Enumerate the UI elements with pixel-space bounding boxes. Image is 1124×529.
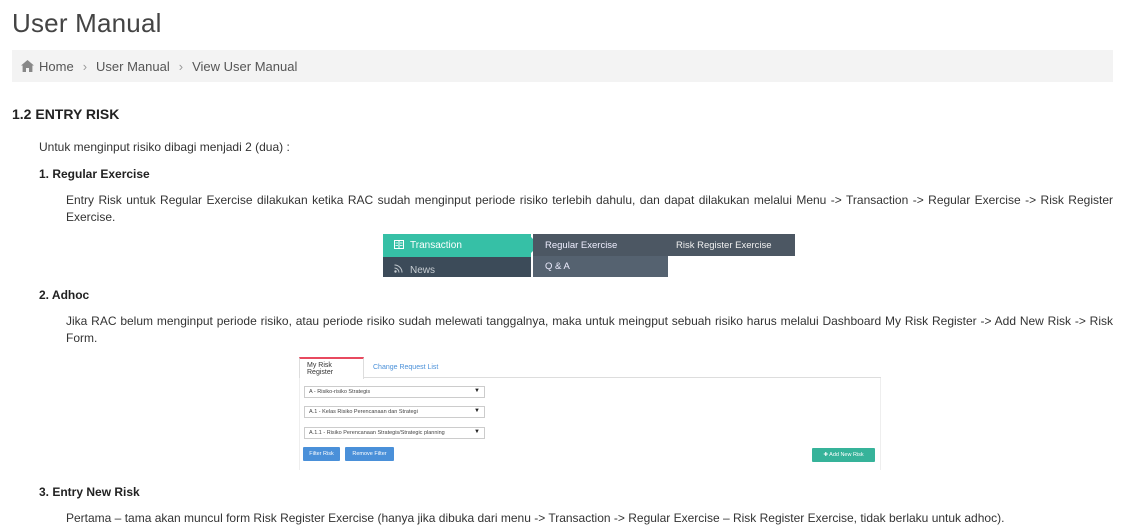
step-text-adhoc: Jika RAC belum menginput periode risiko,… xyxy=(66,314,1113,345)
step-heading-adhoc: 2. Adhoc xyxy=(39,288,90,302)
page-title: User Manual xyxy=(12,8,162,38)
menu-item-label: News xyxy=(410,264,436,276)
breadcrumb-current: View User Manual xyxy=(192,58,298,74)
submenu-item-risk-register-exercise: Risk Register Exercise xyxy=(668,234,795,256)
intro-text: Untuk menginput risiko dibagi menjadi 2 … xyxy=(39,140,290,154)
chevron-right-icon: › xyxy=(178,58,184,74)
filter-risk-button: Filter Risk xyxy=(303,447,340,461)
rss-icon xyxy=(394,264,404,276)
menu-screenshot: Transaction News Regular Exercise Q & A … xyxy=(383,234,795,277)
submenu-item-qa: Q & A xyxy=(545,261,570,272)
menu-submenu: Regular Exercise Q & A xyxy=(533,234,668,277)
remove-filter-button: Remove Filter xyxy=(345,447,394,461)
menu-item-news: News xyxy=(394,264,435,276)
select-value: A - Risiko-risiko Strategis xyxy=(309,389,371,395)
tab-change-request-list: Change Request List xyxy=(373,364,439,371)
rr-tab-bar: My Risk Register Change Request List xyxy=(299,357,881,379)
home-icon[interactable] xyxy=(21,60,34,72)
book-icon xyxy=(394,239,404,252)
risk-register-screenshot: My Risk Register Change Request List A -… xyxy=(299,357,881,470)
caret-down-icon: ▼ xyxy=(474,429,480,435)
breadcrumb-user-manual-link[interactable]: User Manual xyxy=(96,59,170,74)
step-heading-entry-new-risk: 3. Entry New Risk xyxy=(39,485,140,499)
risk-subclass-select: A.1.1 - Risiko Perencanaan Strategis/Str… xyxy=(304,427,485,439)
caret-down-icon: ▼ xyxy=(474,408,480,414)
submenu-item-regular-exercise: Regular Exercise xyxy=(533,234,668,256)
select-value: A.1 - Kelas Risiko Perencanaan dan Strat… xyxy=(309,409,418,415)
step-heading-regular-exercise: 1. Regular Exercise xyxy=(39,167,150,181)
risk-category-select: A - Risiko-risiko Strategis ▼ xyxy=(304,386,485,398)
section-title: 1.2 ENTRY RISK xyxy=(12,106,120,122)
risk-class-select: A.1 - Kelas Risiko Perencanaan dan Strat… xyxy=(304,406,485,418)
breadcrumb-home-link[interactable]: Home xyxy=(39,59,74,74)
menu-item-label: Transaction xyxy=(410,240,462,251)
breadcrumb: Home › User Manual › View User Manual xyxy=(12,50,1113,82)
menu-sidebar: Transaction News xyxy=(383,234,539,277)
step-text-entry-new-risk: Pertama – tama akan muncul form Risk Reg… xyxy=(66,511,1005,525)
caret-down-icon: ▼ xyxy=(474,388,480,394)
tab-my-risk-register: My Risk Register xyxy=(299,357,364,379)
chevron-right-icon: › xyxy=(82,58,88,74)
add-new-risk-button: ✚ Add New Risk xyxy=(812,448,875,462)
menu-item-transaction: Transaction xyxy=(383,234,539,257)
step-text-regular-exercise: Entry Risk untuk Regular Exercise dilaku… xyxy=(66,193,1113,224)
select-value: A.1.1 - Risiko Perencanaan Strategis/Str… xyxy=(309,430,445,436)
